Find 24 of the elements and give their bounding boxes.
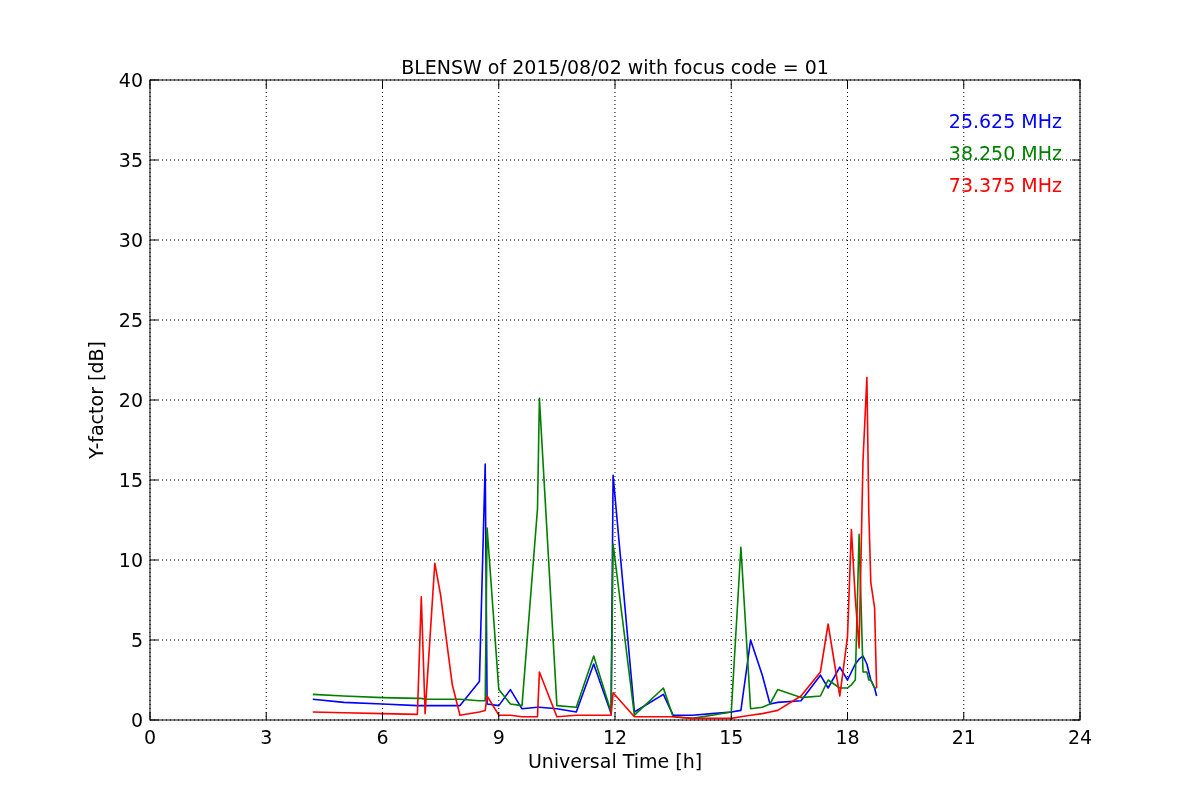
legend-label: 73.375 MHz bbox=[948, 174, 1062, 196]
tick-label: 30 bbox=[118, 229, 143, 251]
tick-label: 6 bbox=[376, 726, 389, 748]
legend-label: 38.250 MHz bbox=[948, 142, 1062, 164]
tick-label: 12 bbox=[602, 726, 628, 748]
tick-label: 24 bbox=[1067, 726, 1093, 748]
x-axis-label: Universal Time [h] bbox=[527, 750, 703, 772]
tick-label: 0 bbox=[130, 709, 143, 731]
tick-label: 20 bbox=[118, 389, 143, 411]
tick-label: 9 bbox=[492, 726, 505, 748]
tick-label: 40 bbox=[118, 69, 143, 91]
y-axis-label: Y-factor [dB] bbox=[85, 341, 107, 459]
tick-label: 10 bbox=[118, 549, 143, 571]
tick-label: 18 bbox=[835, 726, 860, 748]
tick-label: 25 bbox=[118, 309, 143, 331]
tick-label: 21 bbox=[951, 726, 976, 748]
tick-label: 15 bbox=[719, 726, 744, 748]
tick-label: 0 bbox=[143, 726, 157, 748]
tick-label: 3 bbox=[260, 726, 273, 748]
tick-label: 35 bbox=[118, 149, 143, 171]
tick-label: 15 bbox=[118, 469, 143, 491]
tick-label: 5 bbox=[130, 629, 143, 651]
legend-label: 25.625 MHz bbox=[948, 110, 1062, 132]
chart-title: BLENSW of 2015/08/02 with focus code = 01 bbox=[401, 56, 829, 78]
